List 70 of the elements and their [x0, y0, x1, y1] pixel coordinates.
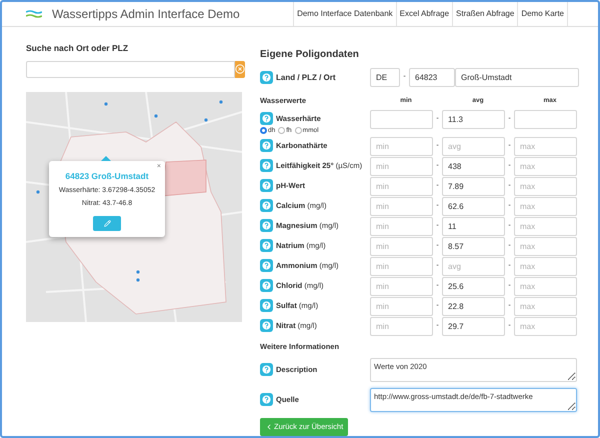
- radio-button[interactable]: [278, 127, 286, 134]
- number-field[interactable]: max: [514, 216, 577, 236]
- help-icon[interactable]: [260, 363, 273, 376]
- number-field[interactable]: max: [514, 136, 577, 156]
- help-icon[interactable]: [260, 258, 273, 272]
- number-field[interactable]: 29.7: [442, 316, 505, 336]
- number-field[interactable]: min: [370, 196, 433, 216]
- field-label: Land / PLZ / Ort: [276, 72, 336, 84]
- number-field[interactable]: 11: [442, 216, 505, 236]
- number-field[interactable]: [514, 110, 577, 129]
- waves-logo-icon: [26, 10, 42, 18]
- radio-button[interactable]: [294, 127, 302, 134]
- section-title: Eigene Poligondaten: [260, 48, 360, 62]
- number-field[interactable]: max: [514, 156, 577, 176]
- number-field[interactable]: 8.57: [442, 236, 505, 256]
- edit-button[interactable]: [93, 216, 121, 230]
- number-field[interactable]: max: [514, 276, 577, 296]
- number-field[interactable]: max: [514, 196, 577, 216]
- help-icon[interactable]: [260, 218, 273, 232]
- nav-link[interactable]: Excel Abfrage: [396, 2, 452, 26]
- number-field[interactable]: max: [514, 176, 577, 196]
- nav-link[interactable]: Demo Interface Datenbank: [293, 2, 396, 26]
- number-field[interactable]: 25.6: [442, 276, 505, 296]
- help-icon[interactable]: [260, 158, 273, 172]
- number-field[interactable]: min: [370, 296, 433, 316]
- number-field[interactable]: 438: [442, 156, 505, 176]
- help-icon[interactable]: [260, 393, 273, 406]
- number-field[interactable]: 11.3: [442, 110, 505, 129]
- search-field[interactable]: [26, 60, 235, 78]
- number-field[interactable]: min: [370, 276, 433, 296]
- number-field[interactable]: 62.6: [442, 196, 505, 216]
- popup-title: 64823 Groß-Umstadt: [65, 170, 149, 182]
- chevron-left-icon: [265, 423, 273, 432]
- help-icon[interactable]: [260, 112, 273, 125]
- number-field[interactable]: max: [514, 256, 577, 276]
- number-field[interactable]: max: [514, 296, 577, 316]
- number-field[interactable]: max: [514, 316, 577, 336]
- number-field[interactable]: DE: [370, 68, 400, 87]
- clear-icon: [235, 64, 245, 74]
- number-field[interactable]: min: [370, 316, 433, 336]
- number-field[interactable]: avg: [442, 136, 505, 156]
- number-field[interactable]: avg: [442, 256, 505, 276]
- help-icon[interactable]: [260, 278, 273, 292]
- search-label: Suche nach Ort oder PLZ: [26, 42, 130, 55]
- nav-link[interactable]: Straßen Abfrage: [452, 2, 518, 26]
- number-field[interactable]: min: [370, 256, 433, 276]
- pencil-icon: [104, 220, 110, 226]
- number-field[interactable]: 7.89: [442, 176, 505, 196]
- help-icon[interactable]: [260, 298, 273, 312]
- number-field[interactable]: [370, 110, 433, 129]
- clear-button[interactable]: [235, 60, 245, 78]
- help-icon[interactable]: [260, 198, 273, 212]
- number-field[interactable]: Groß-Umstadt: [455, 68, 579, 87]
- number-field[interactable]: min: [370, 216, 433, 236]
- popup-pointer-icon: [101, 156, 111, 161]
- number-field[interactable]: min: [370, 236, 433, 256]
- help-icon[interactable]: [260, 178, 273, 192]
- number-field[interactable]: min: [370, 176, 433, 196]
- nav-link[interactable]: Demo Karte: [517, 2, 568, 26]
- help-icon[interactable]: [260, 318, 273, 332]
- number-field[interactable]: 64823: [409, 68, 455, 87]
- radio-button[interactable]: [260, 127, 267, 134]
- app-title: Wassertipps Admin Interface Demo: [52, 6, 240, 23]
- help-icon[interactable]: [260, 71, 273, 84]
- number-field[interactable]: min: [370, 136, 433, 156]
- help-icon[interactable]: [260, 238, 273, 252]
- number-field[interactable]: 22.8: [442, 296, 505, 316]
- number-field[interactable]: max: [514, 236, 577, 256]
- help-icon[interactable]: [260, 138, 273, 152]
- number-field[interactable]: min: [370, 156, 433, 176]
